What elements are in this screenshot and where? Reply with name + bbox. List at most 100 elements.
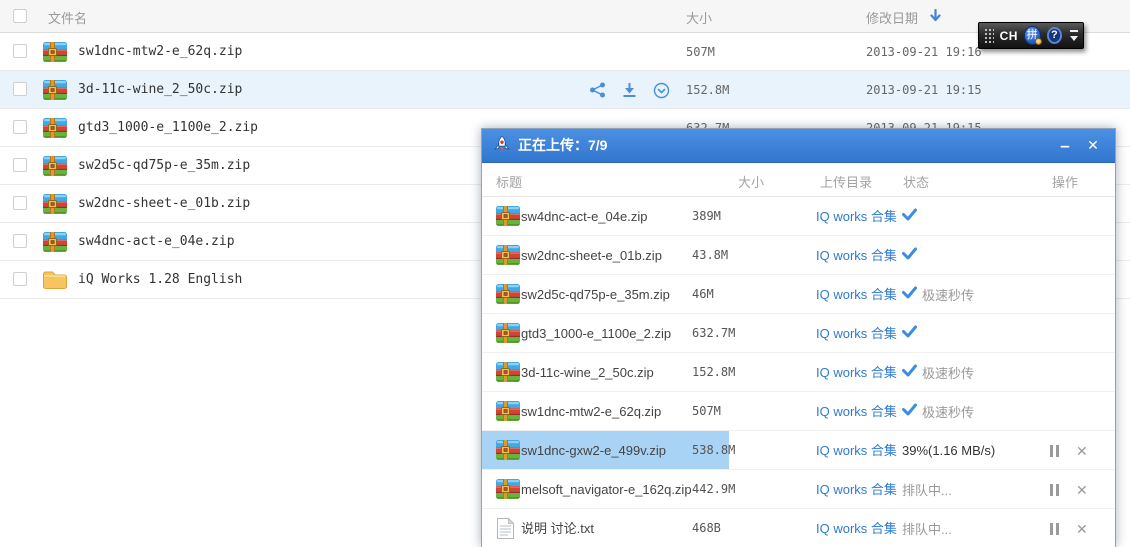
column-size[interactable]: 大小 <box>686 8 712 27</box>
upload-controls: ✕ <box>1050 470 1088 509</box>
success-check-icon <box>902 325 917 338</box>
text-file-icon <box>495 517 516 540</box>
upload-file-name: sw2d5c-qd75p-e_35m.zip <box>521 275 670 314</box>
dialog-minimize-button[interactable]: – <box>1055 129 1075 162</box>
ime-minimize-icon[interactable] <box>1070 30 1078 32</box>
upload-table-header: 标题 大小 上传目录 状态 操作 <box>482 163 1115 197</box>
zip-file-icon <box>495 283 521 305</box>
status-text: 39%(1.16 MB/s) <box>902 443 995 458</box>
upload-dir-link[interactable]: IQ works 合集 <box>816 431 897 470</box>
ime-input-method-icon[interactable]: 拼 <box>1024 26 1041 45</box>
more-actions-icon[interactable] <box>652 81 670 99</box>
upload-file-icon <box>495 322 521 344</box>
ime-expand-icon[interactable] <box>1070 36 1078 41</box>
upload-dir-link[interactable]: IQ works 合集 <box>816 275 897 314</box>
file-name[interactable]: iQ Works 1.28 English <box>78 261 242 299</box>
file-name[interactable]: 3d-11c-wine_2_50c.zip <box>78 71 242 109</box>
dialog-title: 正在上传：7/9 <box>518 129 607 162</box>
zip-file-icon <box>42 231 68 253</box>
ime-language-label[interactable]: CH <box>1000 29 1018 43</box>
zip-file-icon <box>495 244 521 266</box>
share-icon[interactable] <box>588 81 606 99</box>
column-status: 状态 <box>903 172 929 191</box>
upload-file-name: sw1dnc-mtw2-e_62q.zip <box>521 392 661 431</box>
column-title: 标题 <box>496 172 522 191</box>
file-name[interactable]: gtd3_1000-e_1100e_2.zip <box>78 109 258 147</box>
cancel-icon[interactable]: ✕ <box>1076 522 1088 536</box>
success-check-icon <box>902 247 917 260</box>
upload-dir-link[interactable]: IQ works 合集 <box>816 314 897 353</box>
upload-dir-link[interactable]: IQ works 合集 <box>816 353 897 392</box>
upload-row[interactable]: sw1dnc-gxw2-e_499v.zip 538.8M IQ works 合… <box>482 431 1115 470</box>
success-check-icon <box>902 403 917 416</box>
upload-row[interactable]: sw2d5c-qd75p-e_35m.zip 46M IQ works 合集 极… <box>482 275 1115 314</box>
dialog-titlebar[interactable]: 正在上传：7/9 – ✕ <box>482 129 1115 163</box>
pause-icon[interactable] <box>1050 484 1059 496</box>
zip-file-icon <box>495 322 521 344</box>
upload-file-icon <box>495 205 521 227</box>
file-row[interactable]: 3d-11c-wine_2_50c.zip <box>0 71 1130 109</box>
column-modified-date[interactable]: 修改日期 <box>866 8 918 27</box>
row-checkbox[interactable] <box>13 196 27 210</box>
column-filename[interactable]: 文件名 <box>48 8 87 27</box>
drag-grip-icon[interactable] <box>984 28 994 44</box>
file-name[interactable]: sw2dnc-sheet-e_01b.zip <box>78 185 250 223</box>
upload-file-size: 468B <box>692 509 721 547</box>
file-name[interactable]: sw4dnc-act-e_04e.zip <box>78 223 235 261</box>
file-type-icon <box>42 269 68 291</box>
upload-file-size: 538.8M <box>692 431 735 470</box>
zip-file-icon <box>495 205 521 227</box>
upload-dir-link[interactable]: IQ works 合集 <box>816 509 897 547</box>
upload-row[interactable]: sw4dnc-act-e_04e.zip 389M IQ works 合集 <box>482 197 1115 236</box>
select-all-checkbox[interactable] <box>13 9 27 23</box>
file-name[interactable]: sw1dnc-mtw2-e_62q.zip <box>78 33 242 71</box>
download-icon[interactable] <box>620 81 638 99</box>
row-checkbox[interactable] <box>13 234 27 248</box>
sort-desc-icon[interactable] <box>930 9 941 27</box>
file-type-icon <box>42 41 68 63</box>
pause-icon[interactable] <box>1050 523 1059 535</box>
cancel-icon[interactable]: ✕ <box>1076 444 1088 458</box>
success-check-icon <box>902 364 917 377</box>
status-text: 极速秒传 <box>922 402 974 421</box>
upload-row[interactable]: 说明 讨论.txt 468B IQ works 合集 排队中... ✕ <box>482 509 1115 547</box>
pause-icon[interactable] <box>1050 445 1059 457</box>
upload-file-name: sw4dnc-act-e_04e.zip <box>521 197 647 236</box>
ime-help-icon[interactable]: ? <box>1047 27 1062 44</box>
column-operation: 操作 <box>1052 172 1078 191</box>
status-check <box>902 247 917 265</box>
success-check-icon <box>902 286 917 299</box>
cancel-icon[interactable]: ✕ <box>1076 483 1088 497</box>
status-check <box>902 286 917 304</box>
upload-dir-link[interactable]: IQ works 合集 <box>816 470 897 509</box>
row-checkbox[interactable] <box>13 158 27 172</box>
row-checkbox[interactable] <box>13 44 27 58</box>
row-checkbox[interactable] <box>13 272 27 286</box>
ime-options[interactable] <box>1070 30 1078 41</box>
zip-file-icon <box>42 155 68 177</box>
upload-row[interactable]: sw2dnc-sheet-e_01b.zip 43.8M IQ works 合集 <box>482 236 1115 275</box>
upload-file-size: 632.7M <box>692 314 735 353</box>
success-check-icon <box>902 208 917 221</box>
upload-row[interactable]: melsoft_navigator-e_162q.zip 442.9M IQ w… <box>482 470 1115 509</box>
row-checkbox[interactable] <box>13 82 27 96</box>
zip-file-icon <box>495 400 521 422</box>
upload-dir-link[interactable]: IQ works 合集 <box>816 197 897 236</box>
upload-file-icon <box>495 283 521 305</box>
upload-dir-link[interactable]: IQ works 合集 <box>816 236 897 275</box>
upload-row[interactable]: 3d-11c-wine_2_50c.zip 152.8M IQ works 合集… <box>482 353 1115 392</box>
file-type-icon <box>42 117 68 139</box>
status-check <box>902 403 917 421</box>
dialog-close-button[interactable]: ✕ <box>1083 129 1103 162</box>
upload-status <box>902 197 922 236</box>
ime-language-bar[interactable]: CH 拼 ? <box>978 22 1084 49</box>
file-type-icon <box>42 155 68 177</box>
file-type-icon <box>42 231 68 253</box>
file-size: 507M <box>686 33 715 71</box>
row-checkbox[interactable] <box>13 120 27 134</box>
file-row[interactable]: sw1dnc-mtw2-e_62q.zip <box>0 33 1130 71</box>
upload-dir-link[interactable]: IQ works 合集 <box>816 392 897 431</box>
file-name[interactable]: sw2d5c-qd75p-e_35m.zip <box>78 147 250 185</box>
upload-row[interactable]: sw1dnc-mtw2-e_62q.zip 507M IQ works 合集 极… <box>482 392 1115 431</box>
upload-row[interactable]: gtd3_1000-e_1100e_2.zip 632.7M IQ works … <box>482 314 1115 353</box>
